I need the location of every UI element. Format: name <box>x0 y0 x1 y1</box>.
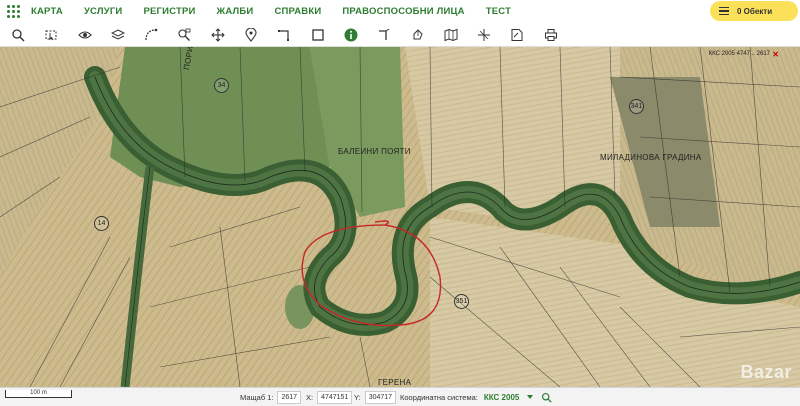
x-label: X: <box>306 392 314 402</box>
info-icon[interactable] <box>344 28 358 42</box>
eye-icon[interactable] <box>77 28 92 42</box>
map-icon[interactable] <box>444 28 458 42</box>
crs-label: Координатна система: <box>400 392 478 402</box>
nav-item-test[interactable]: ТЕСТ <box>486 6 511 17</box>
locality-label: БАЛЕИНИ ПОЯТИ <box>338 147 411 156</box>
x-value: 4747151 <box>317 390 353 404</box>
close-icon[interactable]: ✕ <box>772 50 779 59</box>
objects-button[interactable]: 0 Обекти <box>710 1 798 21</box>
rectangle-icon[interactable] <box>311 28 325 42</box>
note-icon[interactable] <box>510 28 524 42</box>
parcel-number[interactable]: 34 <box>214 78 229 93</box>
crosshair-icon[interactable] <box>477 28 491 42</box>
nav-item-services[interactable]: УСЛУГИ <box>84 6 123 17</box>
locality-label: МИЛАДИНОВА ГРАДИНА <box>600 153 702 162</box>
nav-item-complaints[interactable]: ЖАЛБИ <box>217 6 254 17</box>
parcel-number[interactable]: 351 <box>454 294 469 309</box>
route-icon[interactable] <box>377 28 391 42</box>
chevron-down-icon[interactable] <box>527 395 534 399</box>
aerial-imagery <box>0 47 800 387</box>
crs-badge: ККС 2005 4747... 2617 <box>708 51 770 57</box>
y-coordinate-field: Y: 304717 <box>354 388 397 406</box>
y-value: 304717 <box>364 390 397 404</box>
draw-icon[interactable] <box>411 28 425 42</box>
locality-label: ГЕРЕНА <box>378 378 412 387</box>
scale-field: Мащаб 1: 2617 <box>240 388 302 406</box>
nav-item-map[interactable]: КАРТА <box>31 6 63 17</box>
zoom-icon[interactable] <box>177 28 191 42</box>
measure-icon[interactable] <box>144 28 158 42</box>
menu-icon <box>719 6 729 16</box>
map-toolbar <box>0 23 800 47</box>
map-view[interactable]: БАЛЕИНИ ПОЯТИ МИЛАДИНОВА ГРАДИНА ГЕРЕНА … <box>0 47 800 387</box>
pin-icon[interactable] <box>244 27 258 42</box>
nav-item-references[interactable]: СПРАВКИ <box>274 6 321 17</box>
print-icon[interactable] <box>544 28 558 42</box>
select-icon[interactable] <box>44 28 58 42</box>
crs-field: Координатна система: ККС 2005 <box>400 388 534 406</box>
pan-icon[interactable] <box>211 27 225 42</box>
crs-select[interactable]: ККС 2005 <box>484 393 519 402</box>
apps-grid-icon[interactable] <box>7 4 21 19</box>
parcel-number[interactable]: 341 <box>629 99 644 114</box>
scale-bar: 100 m <box>5 390 72 398</box>
y-label: Y: <box>354 392 361 402</box>
watermark-logo: Bazar <box>740 362 792 382</box>
layers-icon[interactable] <box>110 28 125 42</box>
scale-label: Мащаб 1: <box>240 392 274 402</box>
coordinate-search-icon[interactable] <box>541 388 552 406</box>
search-icon[interactable] <box>11 28 25 42</box>
nav-item-registers[interactable]: РЕГИСТРИ <box>143 6 195 17</box>
draw-polygon-icon[interactable] <box>277 28 291 42</box>
x-coordinate-field: X: 4747151 <box>306 388 353 406</box>
status-bar: 100 m Мащаб 1: 2617 X: 4747151 Y: 304717… <box>0 387 800 406</box>
top-navigation: КАРТА УСЛУГИ РЕГИСТРИ ЖАЛБИ СПРАВКИ ПРАВ… <box>0 0 800 24</box>
objects-count-label: 0 Обекти <box>737 6 773 16</box>
parcel-number[interactable]: 14 <box>94 216 109 231</box>
scale-value[interactable]: 2617 <box>277 390 302 404</box>
nav-item-licensed-persons[interactable]: ПРАВОСПОСОБНИ ЛИЦА <box>342 6 464 17</box>
